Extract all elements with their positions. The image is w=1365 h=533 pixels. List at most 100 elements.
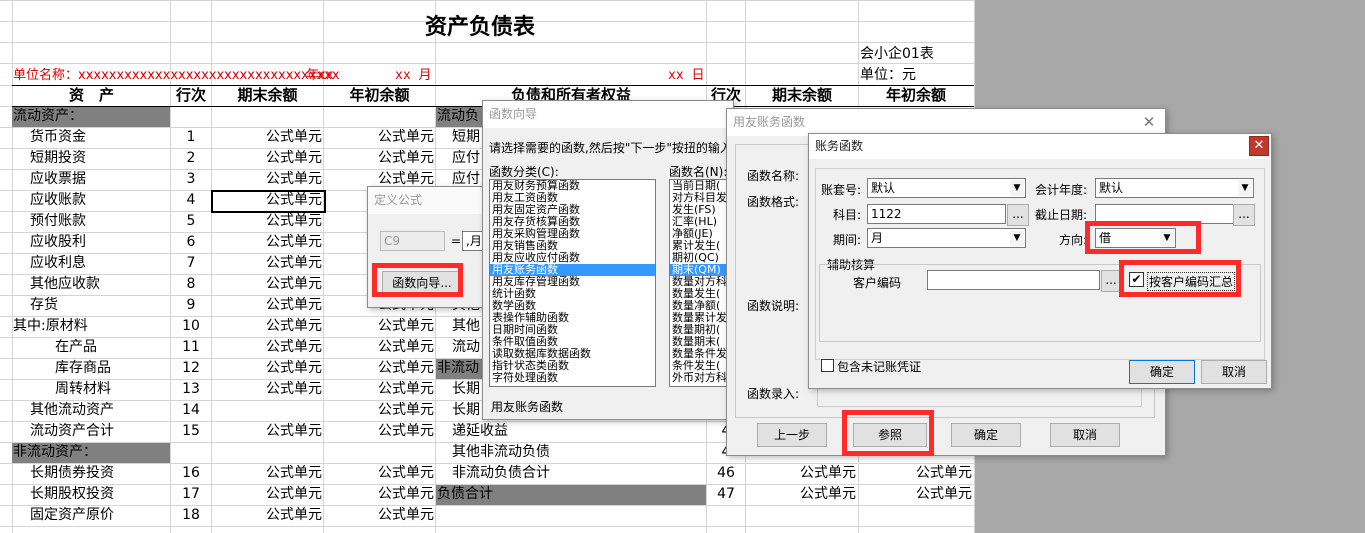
asset-row-line-no: 12 (182, 360, 200, 376)
fiscal-year-value: 默认 (1099, 181, 1124, 195)
asset-row-label: 长期股权投资 (30, 486, 114, 502)
customer-browse-button[interactable]: ... (1101, 270, 1121, 292)
customer-code-label: 客户编码 (853, 276, 902, 290)
highlight-direction-select (1085, 221, 1201, 254)
asset-row-begin-balance[interactable]: 公式单元 (324, 505, 434, 526)
asset-row-end-balance[interactable]: 公式单元 (212, 358, 322, 379)
asset-row-end-balance[interactable] (212, 400, 322, 421)
asset-row-line-no: 13 (182, 381, 200, 397)
subject-input[interactable]: 1122 (867, 204, 1006, 224)
header-end-balance: 期末余额 (237, 86, 298, 104)
cell-ref-field[interactable]: C9 (380, 231, 445, 251)
asset-row-begin-balance[interactable]: 公式单元 (324, 400, 434, 421)
book-select[interactable]: 默认 ▼ (867, 178, 1026, 198)
asset-row-begin-balance[interactable] (324, 442, 434, 463)
asset-row-end-balance[interactable]: 公式单元 (212, 127, 322, 148)
liability-row-end-balance[interactable]: 公式单元 (746, 463, 856, 484)
asset-row-label: 其他流动资产 (30, 402, 114, 418)
yonyou-dialog-title: 用友账务函数 (727, 109, 1165, 136)
period-value: 月 (871, 231, 884, 245)
liability-row-begin-balance[interactable]: 公式单元 (859, 484, 972, 505)
asset-row-label: 其他应收款 (30, 276, 100, 292)
asset-row-end-balance[interactable]: 公式单元 (212, 148, 322, 169)
liability-row-begin-balance[interactable]: 公式单元 (859, 463, 972, 484)
asset-row-end-balance[interactable]: 公式单元 (212, 505, 322, 526)
liability-row-label: 其他非流动负债 (452, 444, 550, 460)
liability-row-label: 非流动 (437, 360, 479, 376)
asset-row-end-balance[interactable]: 公式单元 (212, 316, 322, 337)
cutoff-browse-button[interactable]: ... (1233, 204, 1255, 226)
asset-row-line-no: 10 (182, 318, 200, 334)
asset-row-label: 应收利息 (30, 255, 86, 271)
asset-row-line-no: 3 (186, 171, 196, 187)
asset-row-end-balance[interactable]: 公式单元 (212, 484, 322, 505)
unit-label: 单位：元 (860, 67, 916, 83)
func-desc-label: 函数说明: (747, 299, 800, 313)
asset-row-end-balance[interactable] (212, 106, 322, 127)
function-name-item[interactable]: 外币对方科 (670, 372, 734, 384)
liability-row-label: 流动 (452, 339, 480, 355)
cutoff-date-label: 截止日期: (1035, 208, 1088, 222)
asset-row-end-balance[interactable]: 公式单元 (212, 463, 322, 484)
account-ok-button[interactable]: 确定 (1129, 360, 1195, 384)
asset-row-begin-balance[interactable]: 公式单元 (324, 127, 434, 148)
asset-row-begin-balance[interactable]: 公式单元 (324, 148, 434, 169)
yonyou-ok-button[interactable]: 确定 (951, 423, 1021, 447)
prev-step-button[interactable]: 上一步 (757, 423, 827, 447)
liability-row-end-balance[interactable]: 公式单元 (746, 484, 856, 505)
liability-row-label: 负债合计 (437, 486, 493, 502)
function-name-list[interactable]: 当前日期(对方科目发 发生(FS) 汇率(HL) 净额(JE) 累计发生(期初(QC) 期… (669, 179, 734, 387)
asset-row-begin-balance[interactable]: 公式单元 (324, 316, 434, 337)
highlight-summary-checkbox (1119, 260, 1241, 297)
book-label: 账套号: (821, 183, 862, 197)
asset-row-line-no: 17 (182, 486, 200, 502)
liability-row-label: 长期 (452, 381, 480, 397)
customer-code-input[interactable] (927, 270, 1100, 290)
func-format-label: 函数格式: (747, 195, 800, 209)
asset-row-begin-balance[interactable]: 公式单元 (324, 358, 434, 379)
period-select[interactable]: 月 ▼ (867, 228, 1026, 248)
asset-row-line-no: 11 (182, 339, 200, 355)
close-icon[interactable]: ✕ (1139, 112, 1159, 132)
asset-row-end-balance[interactable]: 公式单元 (212, 253, 322, 274)
liability-row-label: 长期 (452, 402, 480, 418)
asset-row-end-balance[interactable]: 公式单元 (212, 421, 322, 442)
highlight-reference-button (842, 410, 934, 456)
asset-row-end-balance[interactable]: 公式单元 (212, 295, 322, 316)
asset-row-line-no: 8 (186, 276, 196, 292)
asset-row-begin-balance[interactable]: 公式单元 (324, 337, 434, 358)
sheet-title: 资产负债表 (425, 15, 536, 40)
asset-row-end-balance[interactable]: 公式单元 (212, 169, 322, 190)
chevron-down-icon: ▼ (1238, 180, 1252, 196)
asset-row-end-balance[interactable]: 公式单元 (212, 337, 322, 358)
asset-row-line-no: 4 (186, 192, 196, 208)
asset-row-begin-balance[interactable]: 公式单元 (324, 421, 434, 442)
subject-browse-button[interactable]: ... (1007, 204, 1029, 226)
asset-row-begin-balance[interactable]: 公式单元 (324, 484, 434, 505)
asset-row-end-balance[interactable]: 公式单元 (212, 379, 322, 400)
asset-row-begin-balance[interactable] (324, 106, 434, 127)
yonyou-cancel-button[interactable]: 取消 (1050, 423, 1120, 447)
subject-label: 科目: (833, 208, 862, 222)
function-category-list[interactable]: 用友财务预算函数 用友工资函数 用友固定资产函数 用友存货核算函数 用友采购管理函数 用友… (489, 179, 656, 387)
header-asset: 资 产 (68, 86, 114, 104)
asset-row-label: 流动资产： (13, 108, 83, 124)
asset-row-end-balance[interactable]: 公式单元 (212, 232, 322, 253)
book-value: 默认 (871, 181, 896, 195)
form-code: 会小企01表 (860, 46, 934, 62)
asset-row-end-balance[interactable]: 公式单元 (212, 211, 322, 232)
asset-row-line-no: 9 (186, 297, 196, 313)
selected-cell-c9[interactable] (211, 190, 326, 213)
asset-row-begin-balance[interactable]: 公式单元 (324, 463, 434, 484)
asset-row-end-balance[interactable] (212, 442, 322, 463)
asset-row-end-balance[interactable]: 公式单元 (212, 274, 322, 295)
asset-row-begin-balance[interactable]: 公式单元 (324, 379, 434, 400)
direction-label: 方向: (1059, 233, 1088, 247)
function-category-item[interactable]: 字符处理函数 (490, 372, 655, 384)
include-unposted-checkbox[interactable] (821, 359, 834, 372)
close-icon[interactable]: ✕ (1249, 136, 1269, 156)
function-wizard-dialog: 函数向导 请选择需要的函数,然后按"下一步"按扭的输入 函数分类(C): 函数名… (482, 100, 734, 420)
liability-row-label: 流动负 (437, 108, 479, 124)
fiscal-year-select[interactable]: 默认 ▼ (1095, 178, 1254, 198)
account-cancel-button[interactable]: 取消 (1201, 360, 1267, 384)
